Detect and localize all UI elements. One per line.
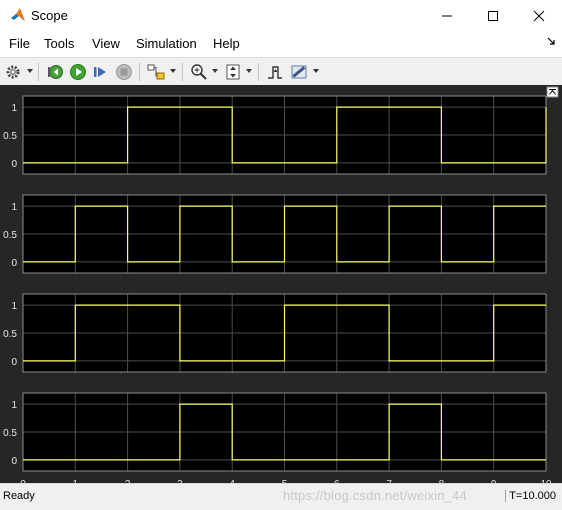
minimize-icon	[442, 15, 452, 16]
zoom-button[interactable]	[189, 62, 209, 82]
cursor-measurements-button[interactable]	[289, 62, 309, 82]
toolbar-separator	[38, 63, 39, 81]
settings-button[interactable]	[3, 62, 23, 82]
menu-bar: File Tools View Simulation Help	[0, 31, 562, 56]
y-tick-label: 0.5	[3, 428, 17, 439]
highlight-block-icon	[147, 64, 165, 80]
run-icon	[70, 64, 86, 80]
status-bar: Ready https://blog.csdn.net/weixin_44 T=…	[0, 483, 562, 510]
scope-plots: 00.5100.5100.5100.51012345678910	[3, 86, 559, 490]
step-forward-button[interactable]	[91, 62, 111, 82]
toolbar-separator	[182, 63, 183, 81]
simulation-time: T=10.000	[505, 490, 556, 502]
zoom-icon	[191, 64, 207, 80]
toolbar-separator	[258, 63, 259, 81]
highlight-block-button[interactable]	[146, 62, 166, 82]
maximize-button[interactable]	[470, 0, 516, 31]
y-tick-label: 0.5	[3, 230, 17, 241]
zoom-dropdown-icon[interactable]	[212, 68, 218, 74]
scope-display: 00.5100.5100.5100.51012345678910	[0, 85, 562, 490]
scope-axes-2: 00.51	[3, 194, 547, 274]
highlight-dropdown-icon[interactable]	[170, 68, 176, 74]
measurements-dropdown-icon[interactable]	[313, 68, 319, 74]
scope-axes-4: 00.51012345678910	[3, 392, 552, 490]
menu-view[interactable]: View	[92, 36, 120, 51]
step-back-button[interactable]	[45, 62, 65, 82]
toolbar	[0, 57, 562, 87]
matlab-logo-icon	[11, 8, 25, 21]
triggers-button[interactable]	[265, 62, 285, 82]
step-forward-icon	[94, 67, 106, 77]
menu-file[interactable]: File	[9, 36, 30, 51]
window-title: Scope	[31, 8, 68, 23]
scope-axes-3: 00.51	[3, 293, 547, 373]
triggers-icon	[268, 66, 282, 79]
close-button[interactable]	[516, 0, 562, 31]
toolbar-separator	[139, 63, 140, 81]
y-tick-label: 1	[11, 202, 17, 213]
scale-dropdown-icon[interactable]	[246, 68, 252, 74]
watermark: https://blog.csdn.net/weixin_44	[283, 488, 467, 503]
settings-dropdown-icon[interactable]	[27, 68, 33, 74]
menu-tools[interactable]: Tools	[44, 36, 74, 51]
y-tick-label: 0	[11, 357, 17, 368]
dock-icon[interactable]	[547, 37, 556, 46]
maximize-icon	[488, 10, 498, 21]
stop-icon	[116, 64, 132, 80]
step-back-icon	[48, 65, 63, 79]
y-tick-label: 0.5	[3, 131, 17, 142]
title-bar: Scope	[0, 0, 562, 31]
y-tick-label: 1	[11, 103, 17, 114]
stop-button[interactable]	[114, 62, 134, 82]
scope-axes-1: 00.51	[3, 95, 547, 175]
status-text: Ready	[3, 490, 35, 502]
y-tick-label: 1	[11, 400, 17, 411]
y-tick-label: 0.5	[3, 329, 17, 340]
menu-simulation[interactable]: Simulation	[136, 36, 197, 51]
y-tick-label: 0	[11, 159, 17, 170]
undock-axes-button[interactable]	[546, 86, 559, 98]
y-tick-label: 0	[11, 456, 17, 467]
menu-help[interactable]: Help	[213, 36, 240, 51]
minimize-button[interactable]	[424, 0, 470, 31]
run-button[interactable]	[68, 62, 88, 82]
cursor-measurements-icon	[291, 65, 307, 79]
settings-icon	[6, 65, 20, 79]
y-tick-label: 1	[11, 301, 17, 312]
close-icon	[533, 10, 545, 21]
scale-axes-button[interactable]	[223, 62, 243, 82]
y-tick-label: 0	[11, 258, 17, 269]
scale-axes-icon	[226, 64, 240, 80]
